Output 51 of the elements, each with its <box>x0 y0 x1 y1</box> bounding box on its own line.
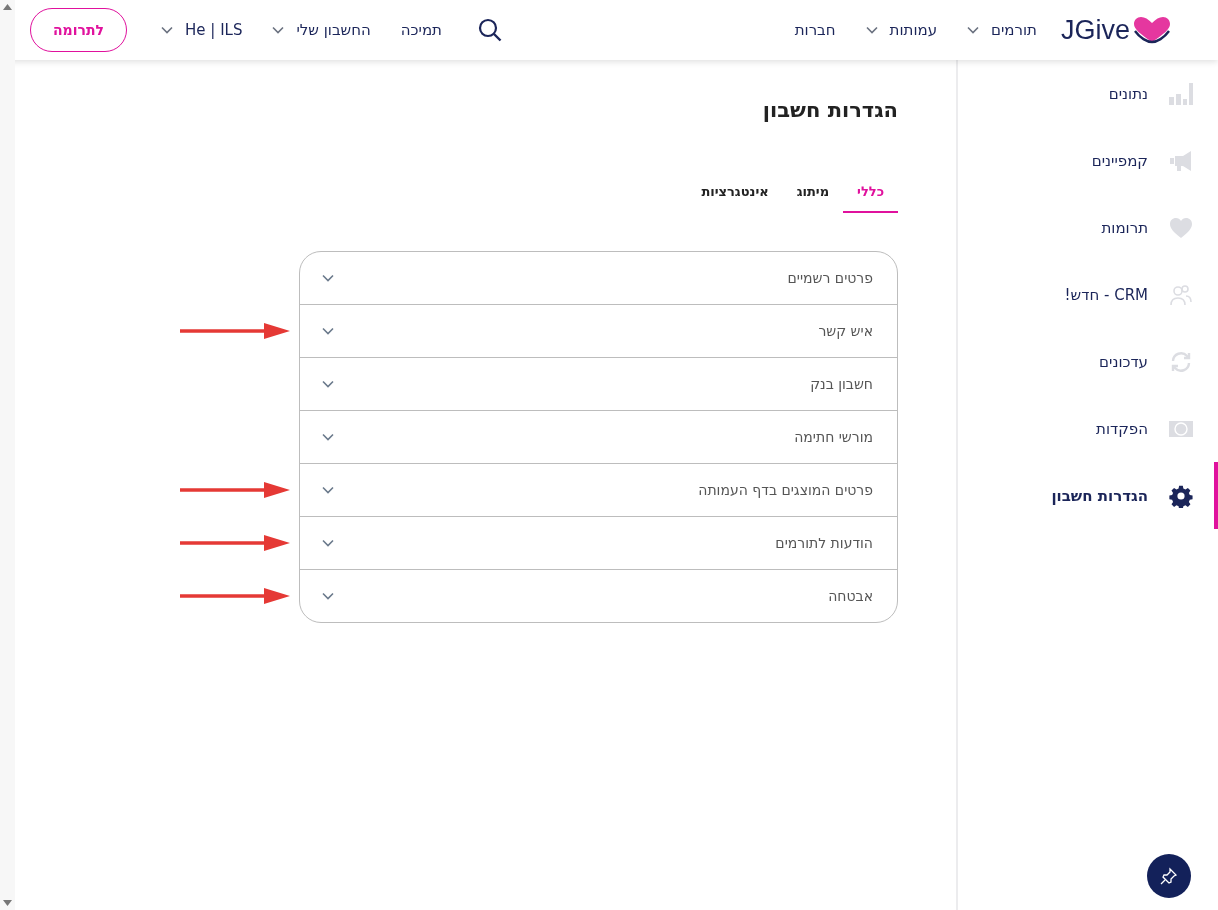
section-label: פרטים המוצגים בדף העמותה <box>698 482 873 498</box>
sidebar-item[interactable]: עדכונים <box>958 328 1218 395</box>
accordion-row[interactable]: איש קשר <box>300 304 897 357</box>
search-icon[interactable] <box>477 18 502 42</box>
banknote-icon <box>1169 420 1193 437</box>
sidebar-item[interactable]: הגדרות חשבון <box>958 462 1218 529</box>
heart-icon <box>1169 216 1193 239</box>
nav-link[interactable]: עמותות <box>865 21 938 39</box>
chevron-down-icon <box>322 433 334 441</box>
tab[interactable]: מיתוג <box>782 178 844 213</box>
chevron-down-icon <box>322 486 334 494</box>
chevron-down-icon <box>322 327 334 335</box>
donate-button[interactable]: לתרומה <box>30 8 128 52</box>
chevron-down-icon <box>322 380 334 388</box>
accordion-row[interactable]: אבטחה <box>300 569 897 622</box>
chevron-down-icon <box>322 592 334 600</box>
accordion-row[interactable]: חשבון בנק <box>300 357 897 410</box>
nav-link[interactable]: תמיכה <box>400 21 442 39</box>
settings-icon <box>1169 483 1193 508</box>
people-icon <box>1170 283 1192 306</box>
section-label: חשבון בנק <box>810 376 873 392</box>
sidebar-item[interactable]: נתונים <box>958 60 1218 127</box>
section-label: הודעות לתורמים <box>775 535 873 551</box>
accordion-row[interactable]: הודעות לתורמים <box>300 516 897 569</box>
logo-text: JGive <box>1060 14 1130 46</box>
section-label: אבטחה <box>828 588 873 604</box>
chevron-down-icon <box>322 539 334 547</box>
nav-link[interactable]: He | ILS <box>161 21 243 39</box>
section-label: מורשי חתימה <box>794 429 873 445</box>
nav-link[interactable]: החשבון שלי <box>272 21 371 39</box>
megaphone-icon <box>1169 148 1193 173</box>
accordion-row[interactable]: פרטים רשמיים <box>300 252 897 304</box>
accordion-row[interactable]: פרטים המוצגים בדף העמותה <box>300 463 897 516</box>
pushpin-icon <box>1160 867 1178 885</box>
section-label: איש קשר <box>818 323 873 339</box>
sidebar-item[interactable]: CRM - חדש! <box>958 261 1218 328</box>
sidebar-item[interactable]: קמפיינים <box>958 127 1218 194</box>
refresh-icon <box>1169 349 1193 374</box>
page-title: הגדרות חשבון <box>761 98 898 124</box>
logo[interactable]: JGive <box>1060 14 1172 46</box>
nav-link[interactable]: תורמים <box>967 21 1037 39</box>
tab[interactable]: אינטגרציות <box>687 178 783 213</box>
nav-link[interactable]: חברות <box>794 21 836 39</box>
sidebar-item[interactable]: תרומות <box>958 194 1218 261</box>
accordion-row[interactable]: מורשי חתימה <box>300 410 897 463</box>
sidebar-item[interactable]: הפקדות <box>958 395 1218 462</box>
tab[interactable]: כללי <box>843 178 898 213</box>
heart-logo-icon <box>1132 16 1172 44</box>
chevron-down-icon <box>322 274 334 282</box>
section-label: פרטים רשמיים <box>787 270 873 286</box>
bar-chart-icon <box>1169 82 1193 105</box>
